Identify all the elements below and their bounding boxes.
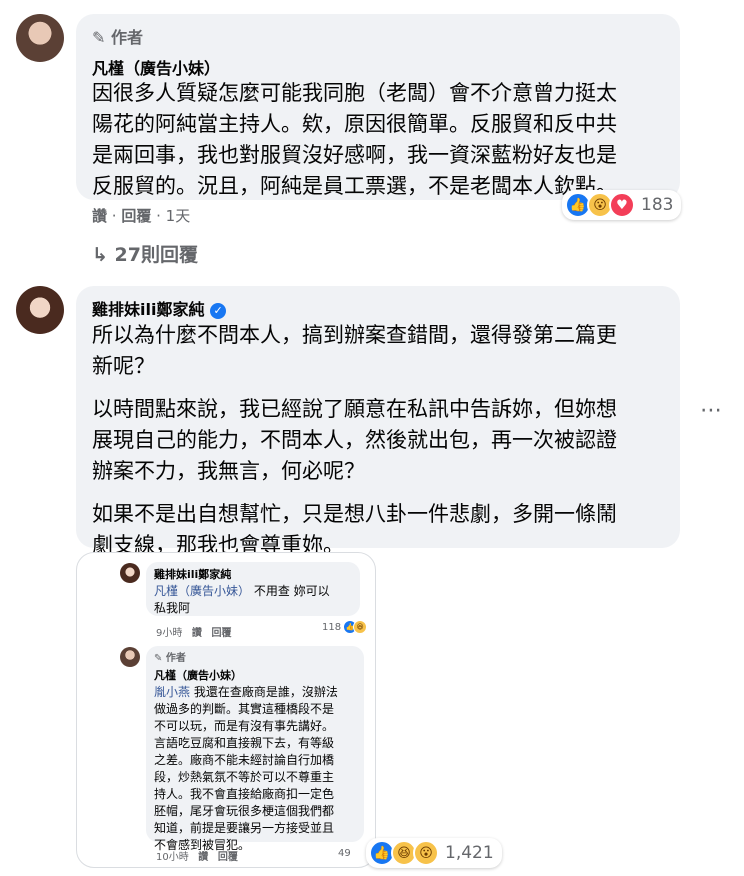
embedded-reaction-summary: 118 👍 😆 — [322, 620, 368, 634]
embedded-avatar — [120, 563, 140, 583]
reply-arrow-icon: ↳ — [92, 244, 108, 266]
reply-button[interactable]: 回覆 — [121, 207, 151, 225]
comment-actions: 讚 · 回覆 · 1天 — [92, 207, 191, 225]
reaction-summary[interactable]: 👍 😆 😮 1,421 — [366, 838, 502, 868]
comment-author-name[interactable]: 雞排妹ili鄭家純 ✓ — [92, 296, 227, 320]
embedded-comment-text: 雞排妹ili鄭家純 凡槿（廣告小妹） 不用查 妳可以 私我阿 — [154, 568, 330, 615]
haha-reaction-icon: 😆 — [353, 620, 368, 634]
pencil-icon: ✎ — [154, 653, 163, 664]
embedded-reaction-count: 49 — [338, 848, 351, 859]
avatar-author[interactable] — [16, 14, 64, 62]
embedded-avatar — [120, 647, 140, 667]
timestamp[interactable]: 1天 — [166, 207, 191, 225]
comment-text: 所以為什麼不問本人，搞到辦案查錯間，還得發第二篇更 新呢？ 以時間點來說，我已經… — [92, 323, 617, 557]
pencil-icon: ✎ — [92, 28, 106, 47]
author-badge: ✎ 作者 — [92, 28, 143, 47]
comment-text: 因很多人質疑怎麼可能我同胞（老闆）會不介意曾力挺太 陽花的阿純當主持人。欸，原因… — [92, 81, 617, 198]
heart-reaction-icon: ♥ — [609, 192, 635, 218]
view-replies-link[interactable]: ↳ 27則回覆 — [92, 240, 198, 267]
reaction-count: 183 — [641, 195, 674, 215]
embedded-comment-text: ✎ 作者 凡槿（廣告小妹） 胤小燕 我還在查廠商是誰，沒辦法 做過多的判斷。其實… — [154, 653, 338, 852]
verified-badge-icon: ✓ — [210, 303, 227, 319]
ellipsis-icon[interactable]: ⋯ — [700, 398, 722, 423]
reaction-count: 1,421 — [445, 843, 494, 863]
comment-author-name[interactable]: 凡槿（廣告小妹） — [92, 55, 220, 79]
wow-reaction-icon: 😮 — [413, 840, 439, 866]
embedded-comment-actions: 9小時 讚 回覆 — [156, 628, 232, 639]
avatar-commenter[interactable] — [16, 286, 64, 334]
reaction-summary[interactable]: 👍 😮 ♥ 183 — [562, 190, 682, 220]
embedded-comment-actions: 10小時 讚 回覆 — [156, 852, 238, 863]
like-button[interactable]: 讚 — [92, 207, 107, 225]
